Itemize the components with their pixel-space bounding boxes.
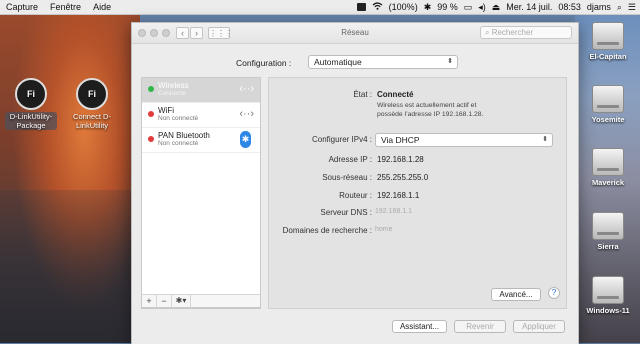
dns-value: 192.168.1.1 xyxy=(375,208,412,215)
desktop-icon-label: Connect D-LinkUtility xyxy=(73,112,111,130)
service-list-toolbar: + − ✱▾ xyxy=(141,294,261,308)
network-arrows-icon: ‹··› xyxy=(239,108,254,120)
etat-description-line1: Wireless est actuellement actif et xyxy=(377,102,477,109)
desktop-icon-label: D-LinkUtility-Package xyxy=(5,112,57,130)
search-field[interactable]: ⌕ Rechercher xyxy=(480,26,572,39)
status-area: (100%) ✱ 99 % ▭ ◂) ⏏ Mer. 14 juil. 08:53… xyxy=(356,0,636,14)
configuration-label: Configuration : xyxy=(236,58,292,68)
menubar-user[interactable]: djams xyxy=(587,2,611,12)
service-item-wireless[interactable]: Wireless Connecté ‹··› xyxy=(142,78,260,103)
ipv4-config-value: Via DHCP xyxy=(381,135,420,145)
ipv4-config-label: Configurer IPv4 : xyxy=(311,135,372,144)
menu-bar: Capture Fenêtre Aide (100%) ✱ 99 % ▭ ◂) … xyxy=(0,0,640,15)
desktop-icon-connect-dlink[interactable]: Fi Connect D-LinkUtility xyxy=(64,78,120,130)
network-arrows-icon: ‹··› xyxy=(239,83,254,95)
status-dot-red xyxy=(148,136,154,142)
etat-description-line2: possède l’adresse IP 192.168.1.28. xyxy=(377,111,484,118)
search-placeholder: Rechercher xyxy=(491,28,534,37)
configuration-value: Automatique xyxy=(314,57,362,67)
wifi-icon[interactable] xyxy=(372,2,383,12)
bluetooth-icon: ✱ xyxy=(240,131,251,148)
apply-button[interactable]: Appliquer xyxy=(513,320,565,333)
service-status: Connecté xyxy=(158,90,186,97)
advanced-button[interactable]: Avancé... xyxy=(491,288,541,301)
network-preferences-window: ‹ › ⋮⋮⋮ Réseau ⌕ Rechercher Configuratio… xyxy=(131,22,579,344)
service-detail-panel: État : Connecté Wireless est actuellemen… xyxy=(268,77,567,309)
hard-disk-icon xyxy=(592,85,624,113)
service-status: Non connecté xyxy=(158,140,199,147)
menubar-time[interactable]: 08:53 xyxy=(558,2,581,12)
bluetooth-icon[interactable]: ✱ xyxy=(424,2,432,13)
status-dot-red xyxy=(148,111,154,117)
search-domains-label: Domaines de recherche : xyxy=(282,226,372,235)
menubar-date[interactable]: Mer. 14 juil. xyxy=(506,2,552,12)
hard-disk-icon xyxy=(592,276,624,304)
disk-label: Yosemite xyxy=(591,115,625,124)
gear-menu-button[interactable]: ✱▾ xyxy=(172,295,191,308)
notification-center-icon[interactable]: ☰ xyxy=(628,2,636,13)
disk-label: Windows-11 xyxy=(586,306,630,315)
search-domains-value: home xyxy=(375,226,393,233)
etat-value: Connecté xyxy=(377,90,414,99)
menu-capture[interactable]: Capture xyxy=(0,2,44,12)
desktop-disk-windows-11[interactable]: Windows-11 xyxy=(580,276,636,315)
menu-aide[interactable]: Aide xyxy=(87,2,117,12)
configuration-select[interactable]: Automatique ⬍ xyxy=(308,55,458,69)
subnet-value: 255.255.255.0 xyxy=(377,173,429,182)
status-dot-green xyxy=(148,86,154,92)
desktop-icon-dlink-package[interactable]: Fi D-LinkUtility-Package xyxy=(5,78,57,130)
wifi-app-icon: Fi xyxy=(15,78,47,110)
hard-disk-icon xyxy=(592,22,624,50)
wifi-app-icon: Fi xyxy=(76,78,108,110)
updown-chevron-icon: ⬍ xyxy=(447,58,453,65)
ip-address-value: 192.168.1.28 xyxy=(377,155,424,164)
ipv4-config-select[interactable]: Via DHCP ⬍ xyxy=(375,133,553,147)
desktop-disk-yosemite[interactable]: Yosemite xyxy=(580,85,636,124)
battery-percentage: 99 % xyxy=(437,2,458,12)
assistant-button[interactable]: Assistant... xyxy=(392,320,447,333)
add-service-button[interactable]: + xyxy=(142,295,157,308)
service-name: WiFi xyxy=(158,106,174,115)
desktop-disk-maverick[interactable]: Maverick xyxy=(580,148,636,187)
service-name: Wireless xyxy=(158,81,189,90)
dns-label: Serveur DNS : xyxy=(320,208,372,217)
volume-icon[interactable]: ◂) xyxy=(478,2,486,13)
eject-icon[interactable]: ⏏ xyxy=(492,2,501,13)
service-item-pan-bluetooth[interactable]: PAN Bluetooth Non connecté ✱ xyxy=(142,128,260,153)
app-status-icon[interactable] xyxy=(356,3,366,11)
subnet-label: Sous-réseau : xyxy=(322,173,372,182)
updown-chevron-icon: ⬍ xyxy=(542,136,548,143)
help-button[interactable]: ? xyxy=(548,287,560,299)
remove-service-button[interactable]: − xyxy=(157,295,172,308)
battery-icon[interactable]: ▭ xyxy=(464,2,473,13)
disk-label: Maverick xyxy=(591,178,625,187)
hard-disk-icon xyxy=(592,212,624,240)
disk-label: El-Capitan xyxy=(589,52,627,61)
desktop-disk-sierra[interactable]: Sierra xyxy=(580,212,636,251)
wifi-percentage: (100%) xyxy=(388,2,418,12)
search-icon: ⌕ xyxy=(485,28,492,37)
etat-label: État : xyxy=(353,90,372,99)
desktop-wallpaper-shadow xyxy=(0,190,140,343)
ip-address-label: Adresse IP : xyxy=(328,155,372,164)
spotlight-search-icon[interactable]: ⌕ xyxy=(617,2,622,13)
service-name: PAN Bluetooth xyxy=(158,131,210,140)
disk-label: Sierra xyxy=(597,242,619,251)
menu-fenetre[interactable]: Fenêtre xyxy=(44,2,87,12)
hard-disk-icon xyxy=(592,148,624,176)
service-status: Non connecté xyxy=(158,115,199,122)
window-titlebar[interactable]: ‹ › ⋮⋮⋮ Réseau ⌕ Rechercher xyxy=(132,23,578,44)
service-item-wifi[interactable]: WiFi Non connecté ‹··› xyxy=(142,103,260,128)
router-label: Routeur : xyxy=(339,191,372,200)
service-list[interactable]: Wireless Connecté ‹··› WiFi Non connecté… xyxy=(141,77,261,309)
router-value: 192.168.1.1 xyxy=(377,191,420,200)
desktop-disk-el-capitan[interactable]: El-Capitan xyxy=(580,22,636,61)
revert-button[interactable]: Revenir xyxy=(454,320,506,333)
